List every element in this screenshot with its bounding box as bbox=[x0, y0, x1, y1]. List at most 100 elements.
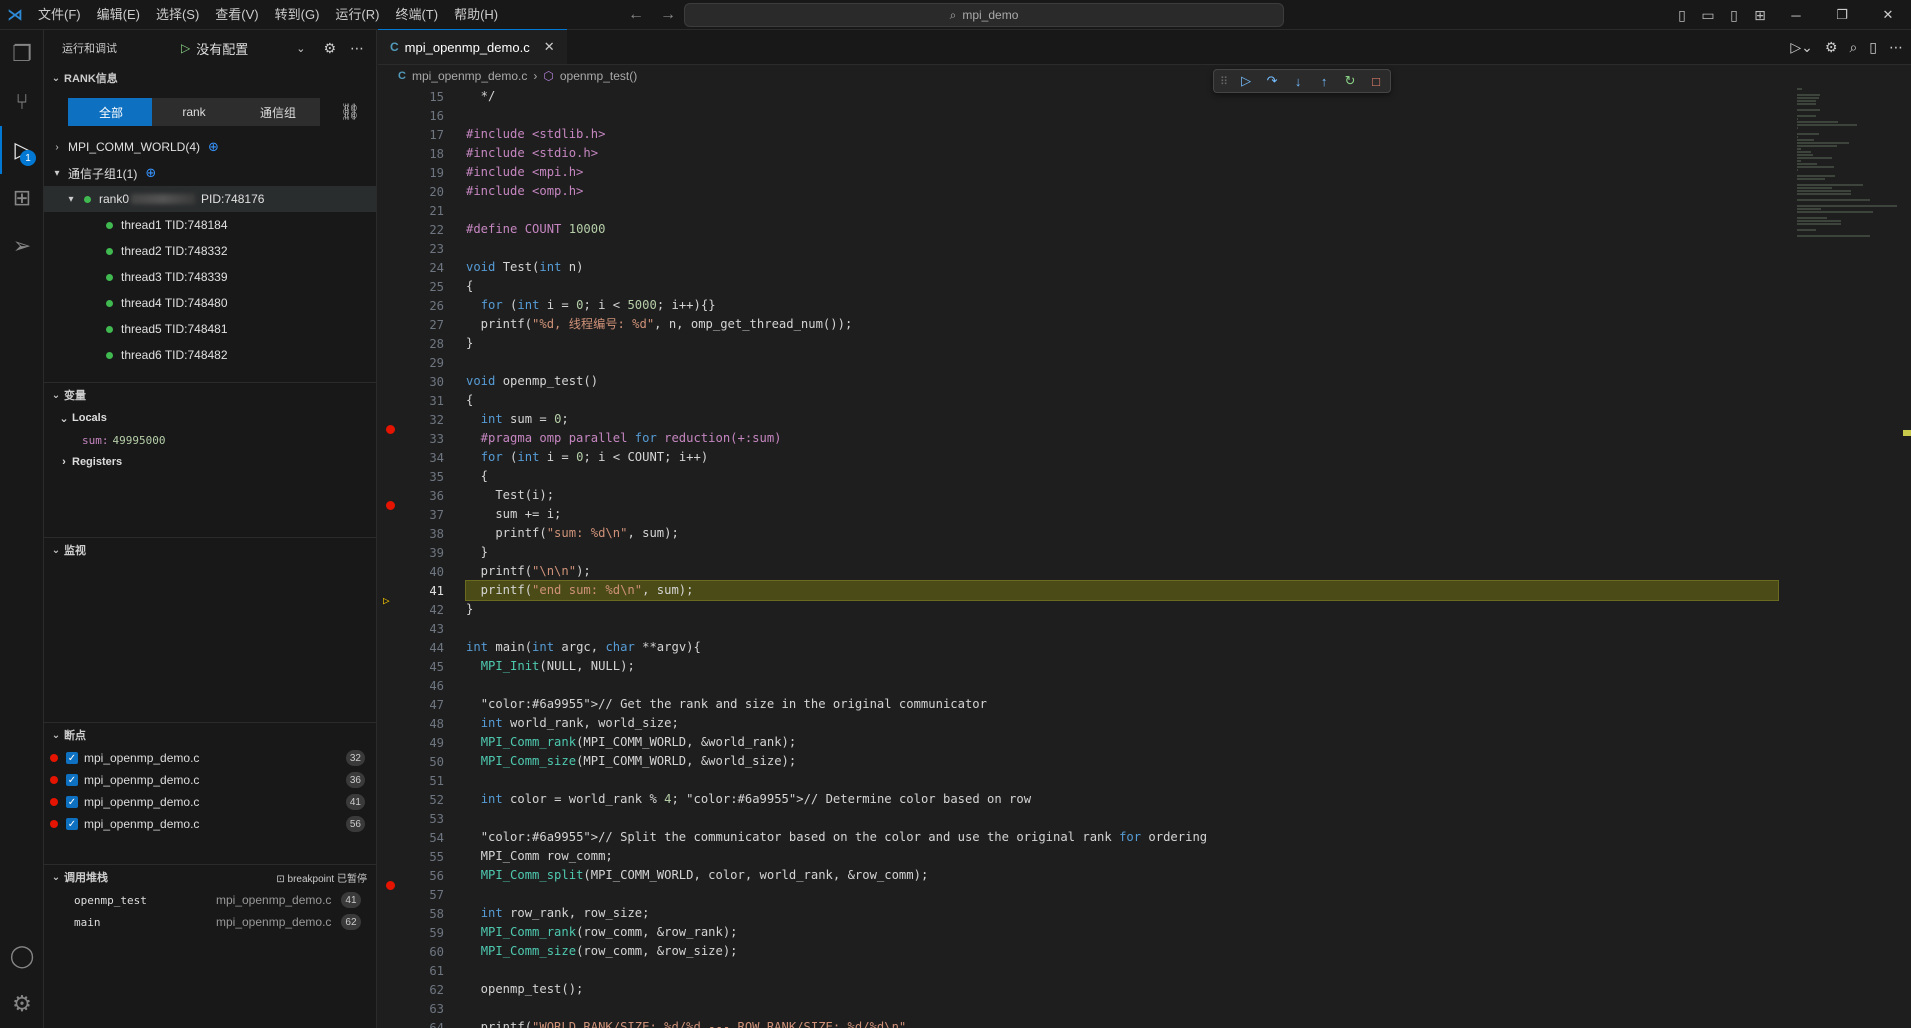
settings-gear-icon[interactable]: ⚙ bbox=[1825, 39, 1838, 56]
callstack-header[interactable]: ⌄ 调用堆栈 ⊡ breakpoint 已暂停 bbox=[44, 865, 376, 889]
editor-tab[interactable]: C mpi_openmp_demo.c ✕ bbox=[378, 29, 567, 64]
code-line[interactable]: 35 { bbox=[378, 467, 1778, 486]
run-dropdown-icon[interactable]: ▷⌄ bbox=[1790, 39, 1813, 56]
menu-view[interactable]: 查看(V) bbox=[207, 0, 266, 30]
code-line[interactable]: 17 #include <stdlib.h> bbox=[378, 125, 1778, 144]
minimize-button[interactable]: ─ bbox=[1773, 0, 1819, 30]
variable-row[interactable]: sum: 49995000 bbox=[44, 429, 376, 451]
code-line[interactable]: 40 printf("\n\n"); bbox=[378, 562, 1778, 581]
code-line[interactable]: 20 #include <omp.h> bbox=[378, 182, 1778, 201]
code-line[interactable]: 61 bbox=[378, 961, 1778, 980]
code-line[interactable]: ▷ 41 printf("end sum: %d\n", sum); bbox=[378, 580, 1779, 607]
code-line[interactable]: 32 int sum = 0; bbox=[378, 410, 1778, 434]
open-launch-json-gear-icon[interactable]: ⚙ bbox=[323, 40, 336, 57]
code-line[interactable]: 15 */ bbox=[378, 87, 1778, 106]
toggle-sidebar-icon[interactable]: ▯ bbox=[1669, 0, 1695, 30]
source-control-icon[interactable]: ⑂ bbox=[0, 78, 44, 126]
breakpoint-dot-icon[interactable] bbox=[386, 500, 395, 510]
breakpoint-checkbox[interactable]: ✓ bbox=[66, 752, 78, 764]
toggle-panel-icon[interactable]: ▭ bbox=[1695, 0, 1721, 30]
breakpoint-dot-icon[interactable] bbox=[386, 880, 395, 890]
code-line[interactable]: 55 MPI_Comm row_comm; bbox=[378, 847, 1778, 866]
registers-scope[interactable]: › Registers bbox=[44, 451, 376, 473]
target-icon[interactable]: ⊕ bbox=[145, 165, 156, 181]
code-line[interactable]: 54 "color:#6a9955">// Split the communic… bbox=[378, 828, 1778, 847]
breakpoint-checkbox[interactable]: ✓ bbox=[66, 796, 78, 808]
code-line[interactable]: 27 printf("%d, 线程编号: %d", n, omp_get_thr… bbox=[378, 315, 1778, 334]
tab-all[interactable]: 全部 bbox=[68, 98, 152, 126]
tree-item-thread[interactable]: thread2 TID:748332 bbox=[44, 238, 376, 264]
config-dropdown-chevron-icon[interactable]: ⌄ bbox=[296, 42, 305, 55]
code-line[interactable]: 59 MPI_Comm_rank(row_comm, &row_rank); bbox=[378, 923, 1778, 942]
code-line[interactable]: 19 #include <mpi.h> bbox=[378, 163, 1778, 182]
tree-item-thread[interactable]: thread6 TID:748482 bbox=[44, 342, 376, 368]
account-icon[interactable]: ◯ bbox=[0, 932, 44, 980]
breakpoints-header[interactable]: ⌄ 断点 bbox=[44, 723, 376, 747]
code-line[interactable]: 18 #include <stdio.h> bbox=[378, 144, 1778, 163]
code-line[interactable]: 62 openmp_test(); bbox=[378, 980, 1778, 999]
more-actions-icon[interactable]: ⋯ bbox=[350, 40, 364, 57]
minimap[interactable] bbox=[1797, 87, 1897, 237]
tree-item-comm-group[interactable]: ▾ 通信子组1(1) ⊕ bbox=[44, 160, 376, 186]
code-line[interactable]: 16 bbox=[378, 106, 1778, 125]
code-line[interactable]: 39 } bbox=[378, 543, 1778, 562]
variables-header[interactable]: ⌄ 变量 bbox=[44, 383, 376, 407]
start-debugging-button[interactable]: ▷ 没有配置 bbox=[181, 39, 248, 58]
code-line[interactable]: 29 bbox=[378, 353, 1778, 372]
tree-item-thread[interactable]: thread5 TID:748481 bbox=[44, 316, 376, 342]
watch-header[interactable]: ⌄ 监视 bbox=[44, 538, 376, 562]
code-line[interactable]: 49 MPI_Comm_rank(MPI_COMM_WORLD, &world_… bbox=[378, 733, 1778, 752]
code-line[interactable]: 25 { bbox=[378, 277, 1778, 296]
menu-terminal[interactable]: 终端(T) bbox=[387, 0, 446, 30]
code-line[interactable]: 53 bbox=[378, 809, 1778, 828]
tree-item-comm-world[interactable]: › MPI_COMM_WORLD(4) ⊕ bbox=[44, 134, 376, 160]
code-line[interactable]: 50 MPI_Comm_size(MPI_COMM_WORLD, &world_… bbox=[378, 752, 1778, 771]
menu-go[interactable]: 转到(G) bbox=[267, 0, 328, 30]
tab-comm-group[interactable]: 通信组 bbox=[236, 98, 320, 126]
code-line[interactable]: 52 int color = world_rank % 4; "color:#6… bbox=[378, 790, 1778, 809]
forward-arrow-icon[interactable]: → bbox=[660, 6, 676, 24]
breakpoint-item[interactable]: ✓ mpi_openmp_demo.c 36 bbox=[44, 769, 376, 791]
code-line[interactable]: 37 sum += i; bbox=[378, 505, 1778, 524]
code-line[interactable]: 51 bbox=[378, 771, 1778, 790]
run-debug-icon[interactable]: ▷ 1 bbox=[0, 126, 44, 174]
tree-item-thread[interactable]: thread4 TID:748480 bbox=[44, 290, 376, 316]
code-line[interactable]: 47 "color:#6a9955">// Get the rank and s… bbox=[378, 695, 1778, 714]
menu-help[interactable]: 帮助(H) bbox=[446, 0, 506, 30]
code-line[interactable]: 58 int row_rank, row_size; bbox=[378, 904, 1778, 923]
code-line[interactable]: 56 MPI_Comm_split(MPI_COMM_WORLD, color,… bbox=[378, 866, 1778, 890]
code-line[interactable]: 36 Test(i); bbox=[378, 486, 1778, 510]
code-line[interactable]: 43 bbox=[378, 619, 1778, 638]
code-line[interactable]: 24 void Test(int n) bbox=[378, 258, 1778, 277]
breadcrumb-file[interactable]: mpi_openmp_demo.c bbox=[412, 69, 527, 83]
drag-grip-icon[interactable]: ⠿ bbox=[1220, 75, 1228, 88]
menu-file[interactable]: 文件(F) bbox=[30, 0, 89, 30]
command-center-search[interactable]: ⌕ mpi_demo bbox=[684, 3, 1284, 27]
code-line[interactable]: 42} bbox=[378, 600, 1778, 619]
code-line[interactable]: 26 for (int i = 0; i < 5000; i++){} bbox=[378, 296, 1778, 315]
code-line[interactable]: 57 bbox=[378, 885, 1778, 904]
code-line[interactable]: 33 #pragma omp parallel for reduction(+:… bbox=[378, 429, 1778, 448]
stack-frame[interactable]: main mpi_openmp_demo.c 62 bbox=[44, 911, 376, 933]
tree-item-thread[interactable]: thread3 TID:748339 bbox=[44, 264, 376, 290]
tree-item-rank0[interactable]: ▾ rank0 PID:748176 bbox=[44, 186, 376, 212]
toggle-secondary-sidebar-icon[interactable]: ▯ bbox=[1721, 0, 1747, 30]
code-line[interactable]: 34 for (int i = 0; i < COUNT; i++) bbox=[378, 448, 1778, 467]
code-line[interactable]: 23 bbox=[378, 239, 1778, 258]
rank-section-header[interactable]: ⌄ RANK信息 bbox=[44, 66, 376, 90]
code-line[interactable]: 64 printf("WORLD RANK/SIZE: %d/%d --- RO… bbox=[378, 1018, 1778, 1028]
code-line[interactable]: 60 MPI_Comm_size(row_comm, &row_size); bbox=[378, 942, 1778, 961]
breakpoint-dot-icon[interactable] bbox=[386, 424, 395, 434]
code-line[interactable]: 46 bbox=[378, 676, 1778, 695]
code-line[interactable]: 45 MPI_Init(NULL, NULL); bbox=[378, 657, 1778, 676]
code-line[interactable]: 44 int main(int argc, char **argv){ bbox=[378, 638, 1778, 657]
target-icon[interactable]: ⊕ bbox=[208, 139, 219, 155]
code-line[interactable]: 31 { bbox=[378, 391, 1778, 410]
extensions-icon[interactable]: ⊞ bbox=[0, 174, 44, 222]
explorer-icon[interactable]: ❐ bbox=[0, 30, 44, 78]
tree-item-thread[interactable]: thread1 TID:748184 bbox=[44, 212, 376, 238]
breakpoint-item[interactable]: ✓ mpi_openmp_demo.c 56 bbox=[44, 813, 376, 835]
more-actions-icon[interactable]: ⋯ bbox=[1889, 39, 1903, 56]
back-arrow-icon[interactable]: ← bbox=[628, 6, 644, 24]
send-icon[interactable]: ➢ bbox=[0, 222, 44, 270]
